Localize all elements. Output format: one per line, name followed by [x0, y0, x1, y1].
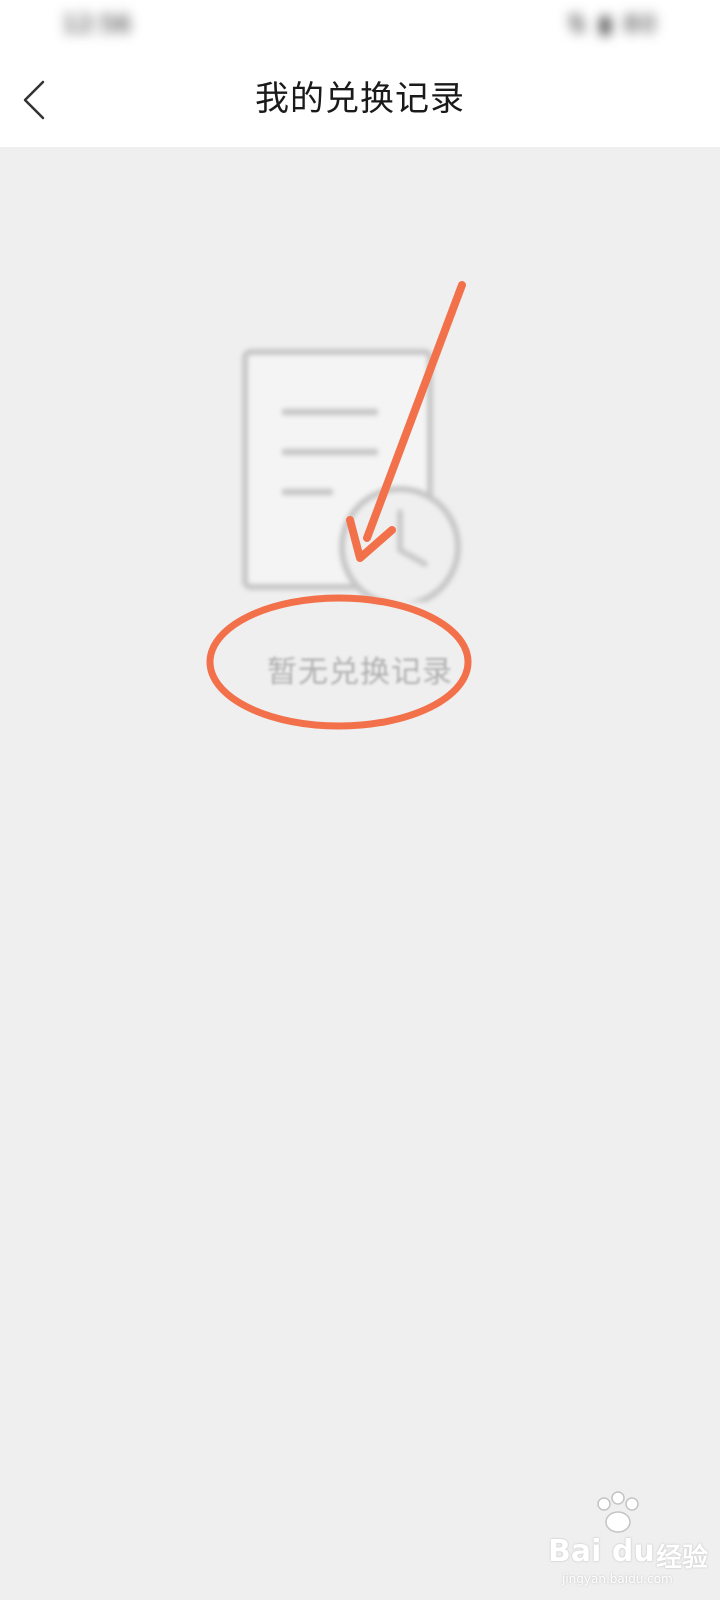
- empty-records-icon: [242, 349, 461, 602]
- page-title: 我的兑换记录: [255, 79, 465, 119]
- paw-icon: [597, 1491, 639, 1533]
- status-icons: ⇅ ▮ 80: [566, 10, 658, 38]
- watermark-suffix: 经验: [656, 1543, 709, 1573]
- status-bar: 12:56 ⇅ ▮ 80: [0, 0, 720, 52]
- status-time: 12:56: [62, 10, 132, 38]
- nav-bar: 我的兑换记录: [0, 52, 720, 147]
- content-area: 暂无兑换记录: [0, 147, 720, 1600]
- watermark: Bai du 经验 jingyan.baidu.com: [548, 1490, 708, 1590]
- watermark-url: jingyan.baidu.com: [562, 1572, 673, 1586]
- empty-state-text: 暂无兑换记录: [267, 655, 453, 690]
- watermark-brand: Bai du: [548, 1534, 655, 1569]
